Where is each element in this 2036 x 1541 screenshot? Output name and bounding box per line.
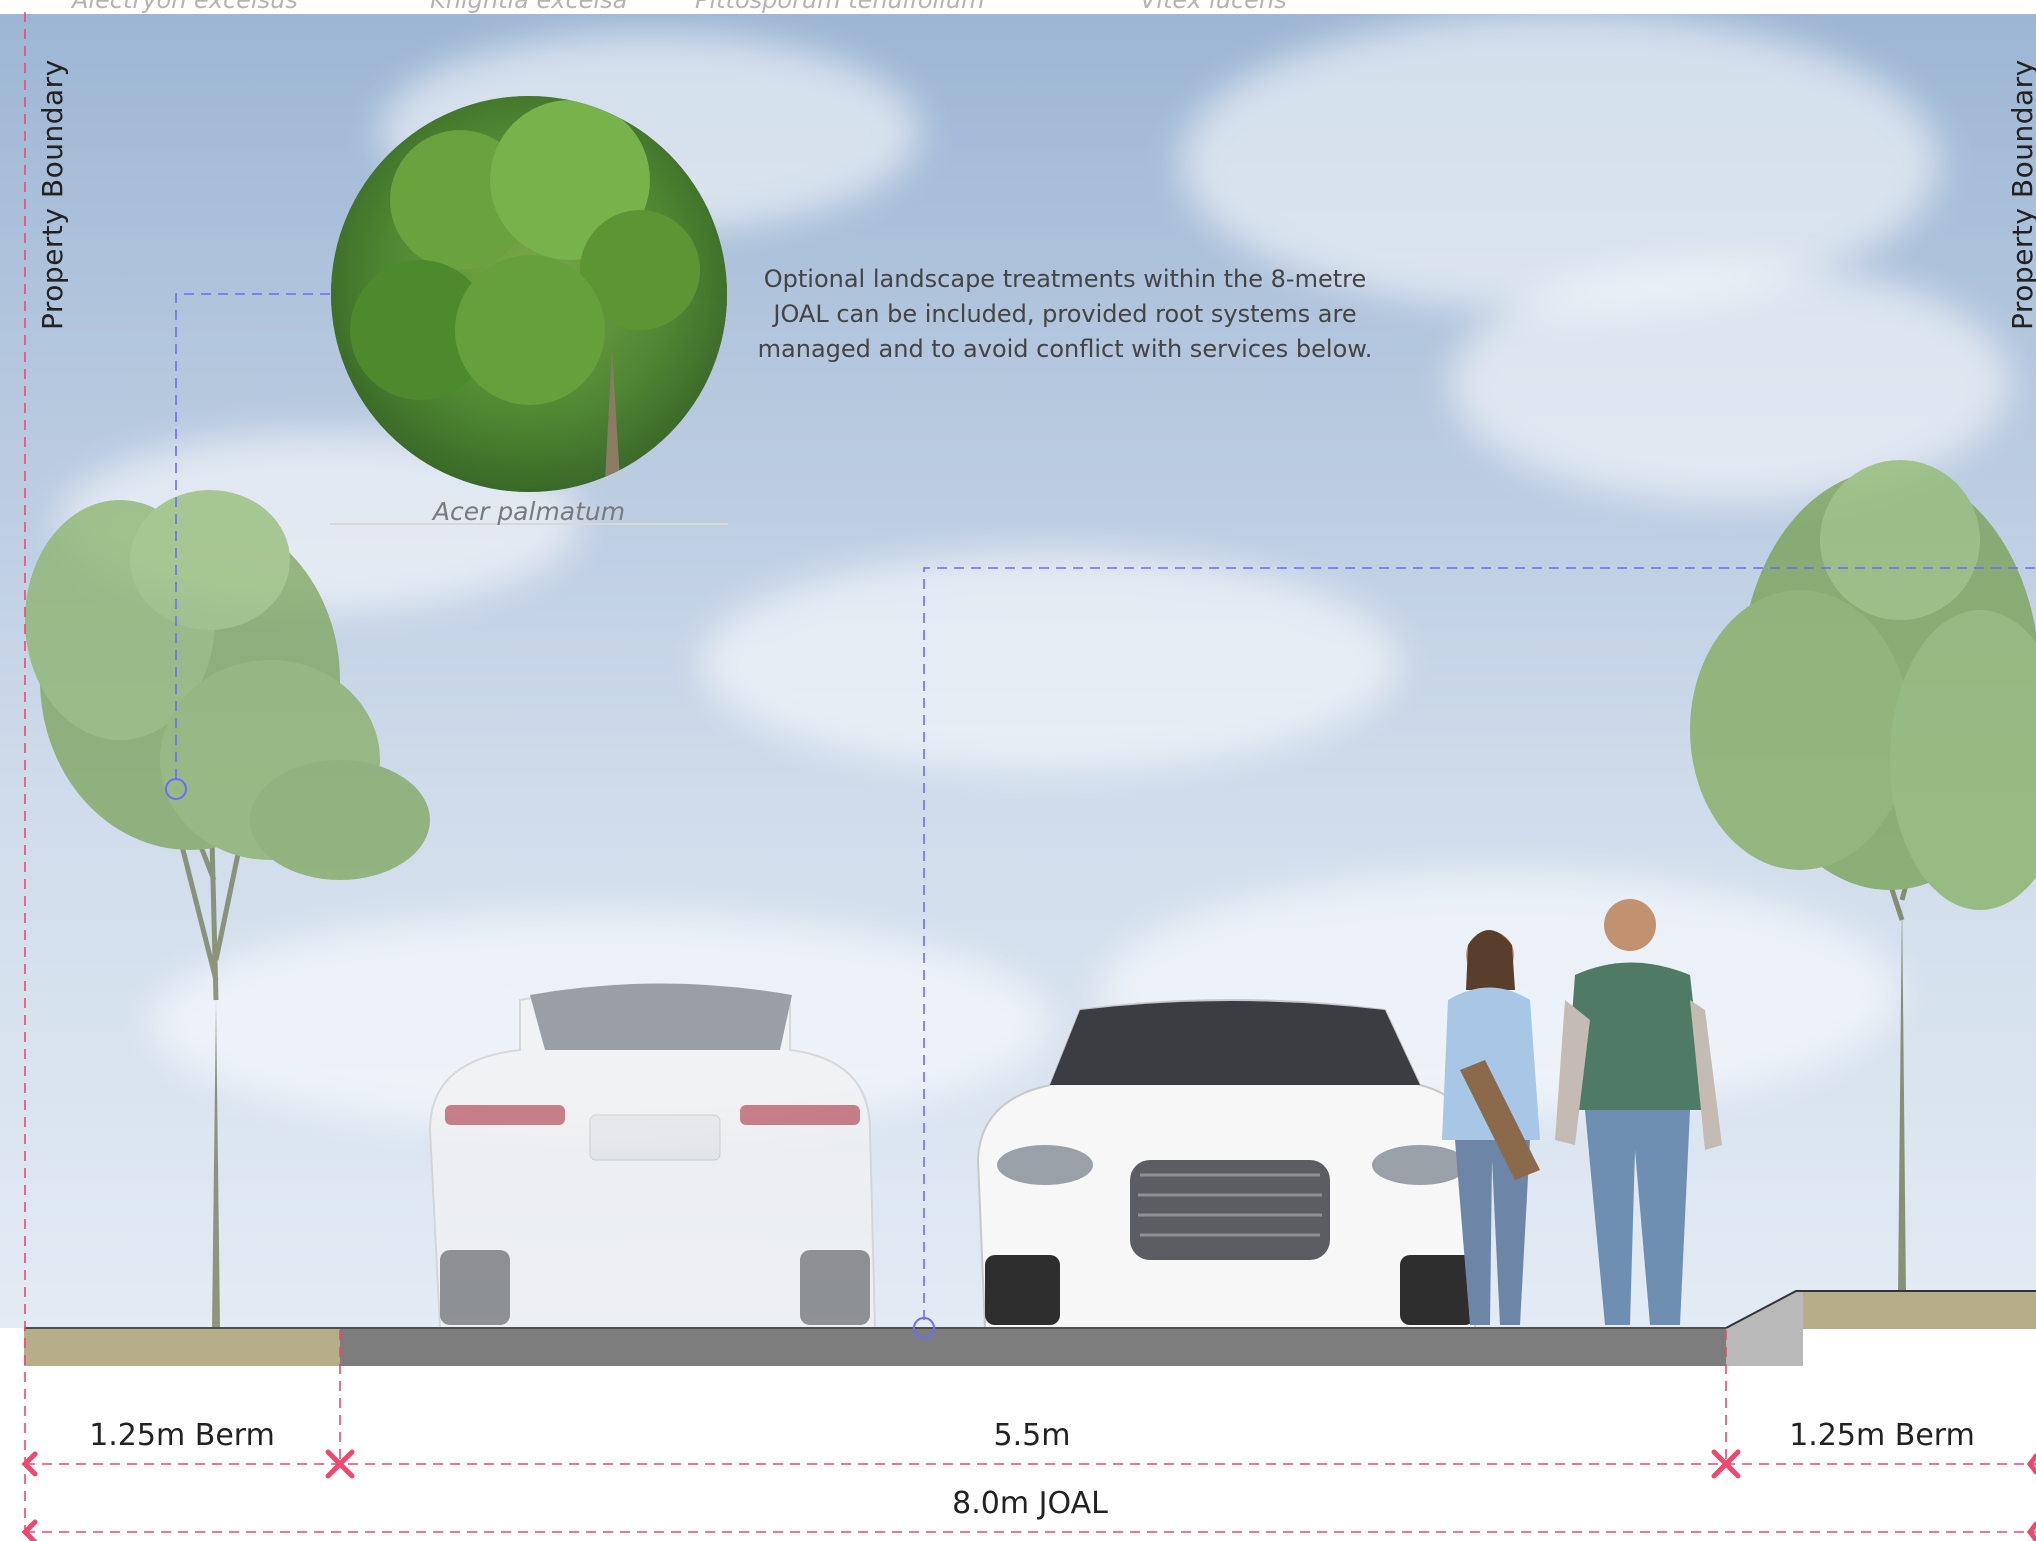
car-front-view — [976, 999, 1482, 1329]
kerb — [1726, 1291, 1803, 1366]
right-berm-dimension: 1.25m Berm — [1789, 1418, 1975, 1453]
left-street-tree — [25, 490, 430, 1328]
property-boundary-left: Property Boundary — [36, 59, 69, 330]
acer-palmatum-photo — [331, 96, 727, 492]
left-berm-dimension: 1.25m Berm — [89, 1418, 275, 1453]
pedestrian-man — [1555, 899, 1722, 1325]
left-berm — [24, 1328, 340, 1366]
total-width-dimension: 8.0m JOAL — [952, 1486, 1108, 1521]
street-section-diagram: Alectryon excelsus Knightia excelsa Pitt… — [0, 0, 2036, 1541]
carriageway-dimension: 5.5m — [993, 1418, 1071, 1453]
right-berm — [1803, 1291, 2036, 1329]
property-boundary-right: Property Boundary — [2006, 59, 2036, 330]
right-street-tree — [1690, 460, 2036, 1295]
section-graphics — [21, 12, 2036, 1541]
tree-species-caption: Acer palmatum — [432, 497, 626, 526]
carriageway — [340, 1328, 1726, 1366]
parked-car-rear — [428, 983, 877, 1329]
landscape-note: Optional landscape treatments within the… — [757, 265, 1373, 363]
